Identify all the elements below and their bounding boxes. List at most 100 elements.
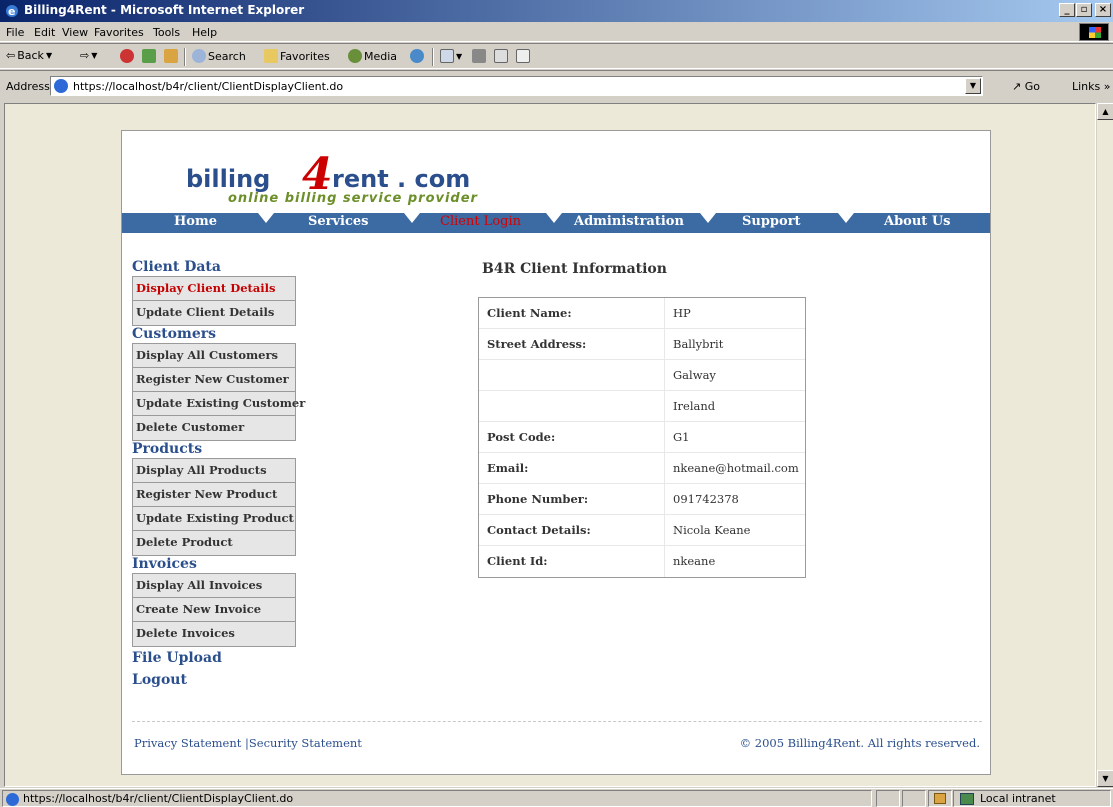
- title-bar[interactable]: e Billing4Rent - Microsoft Internet Expl…: [0, 0, 1113, 22]
- history-icon: [410, 49, 424, 63]
- home-icon: [164, 49, 178, 63]
- refresh-button[interactable]: [142, 49, 156, 63]
- sidebar-item-create-new-invoice[interactable]: Create New Invoice: [133, 598, 295, 622]
- sidebar-item-delete-customer[interactable]: Delete Customer: [133, 416, 295, 440]
- table-row: Client Name: HP: [479, 298, 805, 329]
- address-input[interactable]: https://localhost/b4r/client/ClientDispl…: [50, 76, 983, 96]
- discuss-button[interactable]: [516, 49, 530, 63]
- sidebar-item-update-existing-customer[interactable]: Update Existing Customer: [133, 392, 305, 416]
- print-icon: [472, 49, 486, 63]
- security-statement-link[interactable]: Security Statement: [249, 736, 362, 750]
- scroll-up-icon[interactable]: ▲: [1097, 103, 1113, 120]
- nav-services[interactable]: Services: [308, 214, 369, 229]
- sidebar-section-customers: Customers: [132, 326, 216, 342]
- go-button[interactable]: ↗ Go: [1012, 80, 1040, 93]
- sidebar-item-register-new-customer[interactable]: Register New Customer: [133, 368, 295, 392]
- field-label: Client Name:: [479, 298, 665, 328]
- field-value: Nicola Keane: [673, 523, 751, 537]
- sidebar-item-update-existing-product[interactable]: Update Existing Product: [133, 507, 295, 531]
- privacy-statement-link[interactable]: Privacy Statement: [134, 736, 241, 750]
- sidebar-link-file-upload[interactable]: File Upload: [132, 647, 302, 669]
- sidebar-item-display-all-invoices[interactable]: Display All Invoices: [133, 574, 295, 598]
- windows-logo-icon: [1079, 23, 1109, 41]
- window-title: Billing4Rent - Microsoft Internet Explor…: [24, 3, 305, 17]
- chevron-down-icon[interactable]: ▼: [965, 78, 981, 94]
- menu-favorites[interactable]: Favorites: [94, 26, 144, 39]
- svg-text:e: e: [8, 5, 15, 18]
- site-logo[interactable]: billing 4 rent . com online billing serv…: [182, 149, 522, 219]
- menu-help[interactable]: Help: [192, 26, 217, 39]
- menu-edit[interactable]: Edit: [34, 26, 55, 39]
- status-bar: https://localhost/b4r/client/ClientDispl…: [0, 788, 1113, 807]
- nav-support[interactable]: Support: [742, 214, 801, 229]
- forward-button[interactable]: ⇨ ▼: [80, 49, 97, 62]
- discuss-icon: [516, 49, 530, 63]
- nav-administration[interactable]: Administration: [574, 214, 684, 229]
- nav-client-login[interactable]: Client Login: [440, 214, 521, 229]
- sidebar-item-update-client-details[interactable]: Update Client Details: [133, 301, 295, 325]
- favorites-button[interactable]: Favorites: [264, 49, 330, 63]
- stop-icon: [120, 49, 134, 63]
- menu-view[interactable]: View: [62, 26, 88, 39]
- toolbar: ⇦ Back ▼ ⇨ ▼ Search Favorites Media ▼: [0, 43, 1113, 69]
- sidebar-link-logout[interactable]: Logout: [132, 669, 302, 691]
- sidebar-item-register-new-product[interactable]: Register New Product: [133, 483, 295, 507]
- lock-icon: [928, 790, 952, 807]
- sidebar-item-display-all-customers[interactable]: Display All Customers: [133, 344, 295, 368]
- menu-tools[interactable]: Tools: [153, 26, 180, 39]
- field-label: Client Id:: [479, 546, 665, 577]
- mail-icon: [440, 49, 454, 63]
- browser-window: e Billing4Rent - Microsoft Internet Expl…: [0, 0, 1113, 807]
- sidebar-item-delete-invoices[interactable]: Delete Invoices: [133, 622, 295, 646]
- minimize-button[interactable]: _: [1059, 3, 1075, 17]
- chevron-down-icon: ▼: [91, 51, 98, 60]
- nav-about-us[interactable]: About Us: [884, 214, 951, 229]
- media-button[interactable]: Media: [348, 49, 397, 63]
- client-info-table: Client Name: HP Street Address: Ballybrit …: [478, 297, 806, 578]
- footer-links: Privacy Statement |Security Statement: [134, 736, 362, 750]
- chevron-down-icon: ▼: [45, 51, 53, 60]
- field-label: Post Code:: [479, 422, 665, 452]
- back-arrow-icon: ⇦: [6, 49, 16, 62]
- sidebar-item-display-client-details[interactable]: Display Client Details: [133, 277, 295, 301]
- back-button[interactable]: ⇦ Back ▼: [6, 49, 52, 62]
- intranet-icon: [960, 793, 974, 805]
- table-row: Client Id: nkeane: [479, 546, 805, 577]
- edit-button[interactable]: [494, 49, 508, 63]
- field-value: Galway: [673, 368, 716, 382]
- nav-home[interactable]: Home: [174, 214, 217, 229]
- sidebar-item-delete-product[interactable]: Delete Product: [133, 531, 295, 555]
- close-button[interactable]: ×: [1095, 3, 1111, 17]
- field-value: Ballybrit: [673, 337, 724, 351]
- field-label: Phone Number:: [479, 484, 665, 514]
- sidebar-item-display-all-products[interactable]: Display All Products: [133, 459, 295, 483]
- chevron-down-icon: ▼: [456, 51, 463, 61]
- media-icon: [348, 49, 362, 63]
- links-button[interactable]: Links »: [1072, 80, 1111, 93]
- security-zone: Local intranet: [953, 790, 1111, 807]
- scroll-down-icon[interactable]: ▼: [1097, 770, 1113, 787]
- table-row: Ireland: [479, 391, 805, 422]
- address-url: https://localhost/b4r/client/ClientDispl…: [73, 80, 344, 93]
- field-value: G1: [673, 430, 690, 444]
- history-button[interactable]: [410, 49, 424, 63]
- stop-button[interactable]: [120, 49, 134, 63]
- search-button[interactable]: Search: [192, 49, 246, 63]
- table-row: Phone Number: 091742378: [479, 484, 805, 515]
- maximize-button[interactable]: ▫: [1076, 3, 1092, 17]
- field-value: Ireland: [673, 399, 716, 413]
- page-icon: [54, 79, 68, 93]
- menu-file[interactable]: File: [6, 26, 24, 39]
- home-button[interactable]: [164, 49, 178, 63]
- mail-button[interactable]: ▼: [440, 49, 462, 63]
- vertical-scrollbar[interactable]: ▲ ▼: [1096, 103, 1113, 787]
- field-label: Email:: [479, 453, 665, 483]
- field-label: Contact Details:: [479, 515, 665, 545]
- sidebar-section-invoices: Invoices: [132, 556, 197, 572]
- table-row: Contact Details: Nicola Keane: [479, 515, 805, 546]
- search-icon: [192, 49, 206, 63]
- address-label: Address: [6, 80, 50, 93]
- page-title: B4R Client Information: [482, 261, 667, 277]
- forward-arrow-icon: ⇨: [80, 49, 90, 62]
- print-button[interactable]: [472, 49, 486, 63]
